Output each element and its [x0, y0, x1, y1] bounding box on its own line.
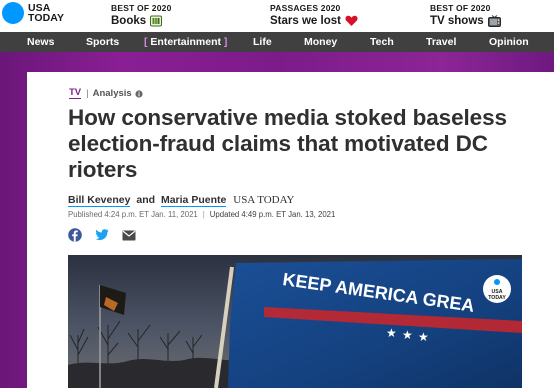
byline-joiner: and	[136, 194, 156, 206]
article-tags: TV | Analysis	[69, 88, 143, 99]
heart-icon	[345, 15, 358, 27]
nav-item-label: Entertainment	[150, 36, 222, 48]
published-timestamp: Published 4:24 p.m. ET Jan. 11, 2021	[68, 210, 198, 219]
logo-line-2: TODAY	[28, 12, 65, 24]
twitter-share-icon[interactable]	[95, 228, 109, 242]
usa-today-logo[interactable]: USA TODAY	[2, 2, 64, 24]
nav-item-sports[interactable]: Sports	[86, 36, 119, 48]
promo-title: Stars we lost	[270, 15, 341, 27]
dateline: Published 4:24 p.m. ET Jan. 11, 2021 | Upd…	[68, 210, 335, 219]
usa-today-badge: USA TODAY	[483, 275, 511, 303]
nav-item-opinion[interactable]: Opinion	[489, 36, 529, 48]
section-tag[interactable]: TV	[69, 88, 82, 99]
facebook-share-icon[interactable]	[68, 228, 82, 242]
updated-timestamp: Updated 4:49 p.m. ET Jan. 13, 2021	[209, 210, 336, 219]
badge-line-2: TODAY	[488, 295, 506, 301]
promo-tv-shows[interactable]: BEST OF 2020 TV shows	[430, 3, 501, 27]
share-buttons	[68, 228, 136, 242]
logo-dot	[2, 2, 24, 24]
promo-books[interactable]: BEST OF 2020 Books	[111, 3, 172, 27]
tv-icon	[487, 15, 501, 27]
promo-kicker: BEST OF 2020	[111, 3, 172, 13]
svg-text:★: ★	[386, 326, 397, 340]
hero-image[interactable]: ★ ★ ★ KEEP AMERICA GREA USA TODAY	[68, 255, 522, 388]
promo-title: TV shows	[430, 15, 484, 27]
nav-item-life[interactable]: Life	[253, 36, 272, 48]
top-promo-bar: USA TODAY BEST OF 2020 Books PASSAGES 20…	[0, 0, 554, 32]
nav-active-bracket-right: ]	[221, 36, 228, 48]
tag-separator: |	[86, 88, 89, 99]
nav-item-entertainment[interactable]: [ Entertainment ]	[144, 36, 227, 48]
byline-outlet: USA TODAY	[233, 194, 295, 206]
promo-kicker: BEST OF 2020	[430, 3, 491, 13]
promo-kicker: PASSAGES 2020	[270, 3, 341, 13]
nav-item-news[interactable]: News	[27, 36, 54, 48]
email-share-icon[interactable]	[122, 228, 136, 242]
byline: Bill Keveney and Maria Puente USA TODAY	[68, 194, 295, 207]
nav-item-travel[interactable]: Travel	[426, 36, 456, 48]
svg-text:★: ★	[402, 328, 413, 342]
promo-stars-we-lost[interactable]: PASSAGES 2020 Stars we lost	[270, 3, 358, 27]
author-link[interactable]: Maria Puente	[160, 194, 227, 207]
svg-text:★: ★	[418, 330, 429, 344]
promo-title: Books	[111, 15, 147, 27]
nav-item-tech[interactable]: Tech	[370, 36, 394, 48]
info-icon[interactable]	[135, 89, 143, 98]
dateline-separator: |	[202, 210, 205, 219]
author-link[interactable]: Bill Keveney	[68, 194, 131, 207]
analysis-label: Analysis	[92, 88, 132, 99]
nav-item-money[interactable]: Money	[304, 36, 337, 48]
main-nav: News Sports [ Entertainment ] Life Money…	[0, 32, 554, 52]
books-icon	[150, 15, 163, 27]
article-headline: How conservative media stoked baseless e…	[68, 105, 507, 182]
